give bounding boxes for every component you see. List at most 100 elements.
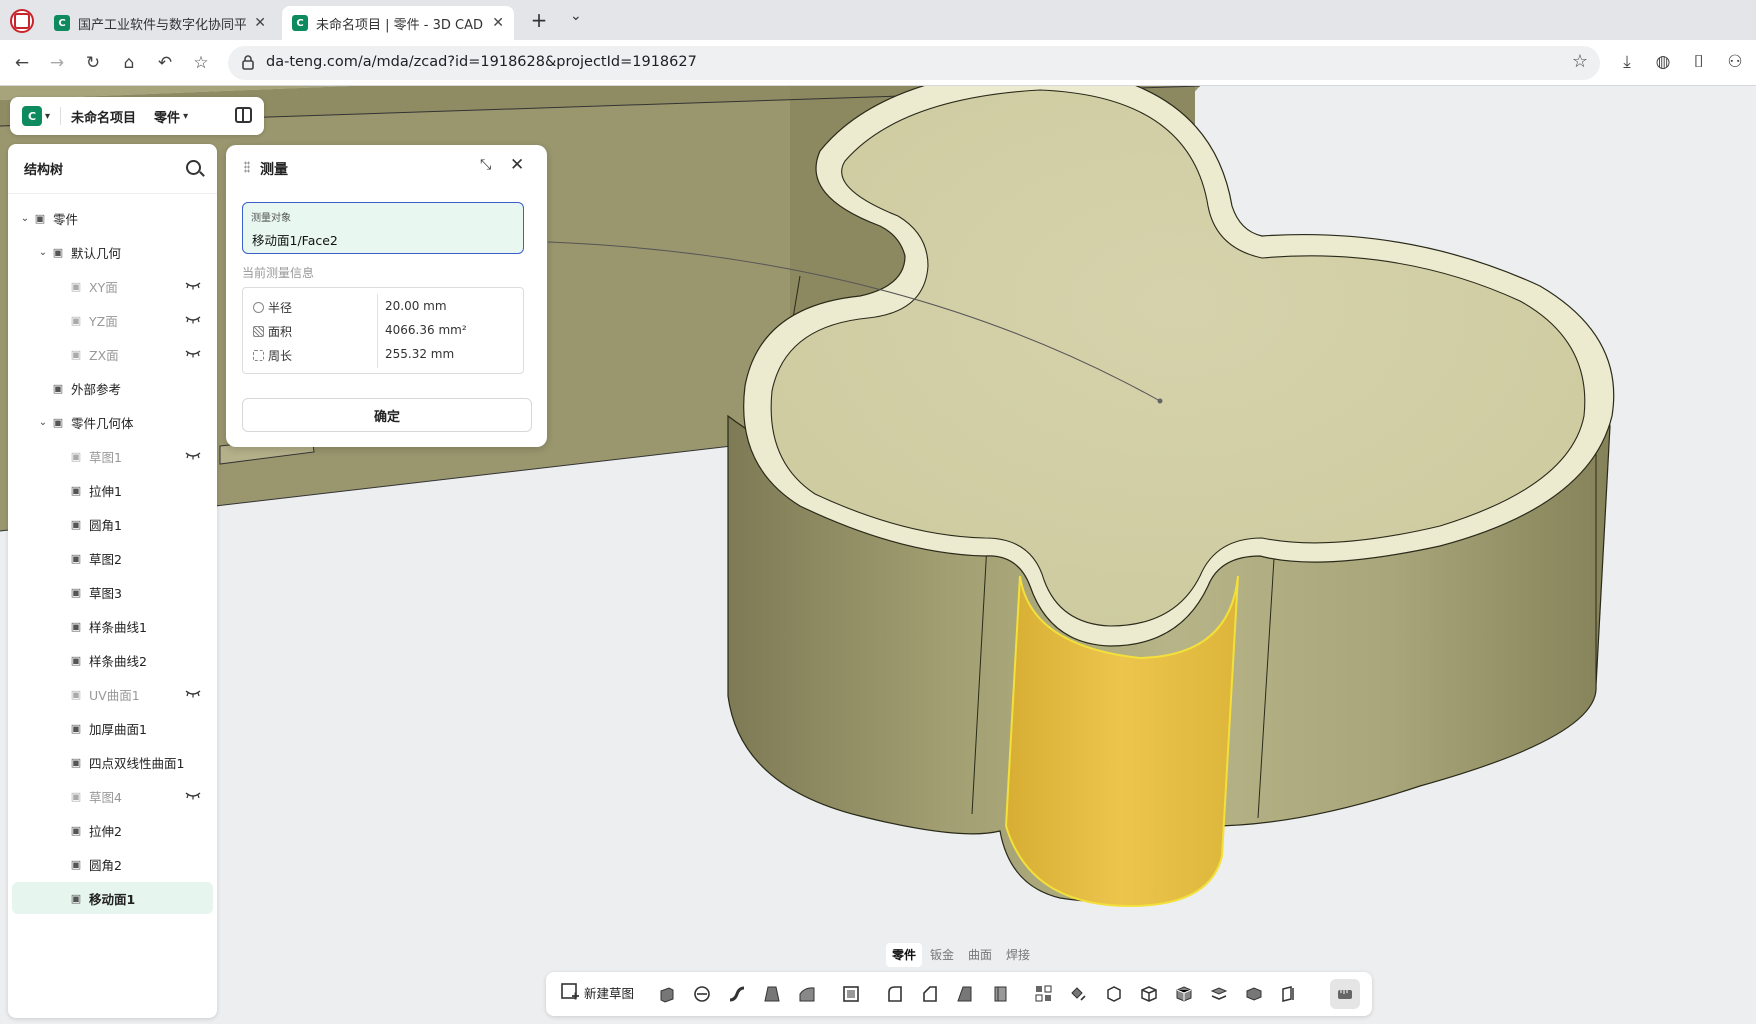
chevron-down-icon[interactable]: ⌄ xyxy=(36,247,50,258)
bilinear-surface-icon: ▣ xyxy=(70,755,82,769)
tab-sheet-metal[interactable]: 钣金 xyxy=(924,943,960,967)
hidden-eye-icon[interactable] xyxy=(185,688,201,698)
solid-box-icon[interactable] xyxy=(1173,983,1195,1005)
app-logo-icon[interactable]: C xyxy=(22,106,42,126)
measure-tool-icon[interactable] xyxy=(1330,979,1360,1009)
tab-part[interactable]: 零件 xyxy=(886,943,923,967)
measure-key: 半径 xyxy=(268,301,293,315)
split-icon[interactable] xyxy=(1208,983,1230,1005)
address-bar[interactable]: da-teng.com/a/mda/zcad?id=1918628&projec… xyxy=(228,46,1600,80)
browser-tab-2[interactable]: C 未命名项目 | 零件 - 3D CAD ✕ xyxy=(282,6,514,40)
profile-icon[interactable]: ⚇ xyxy=(1723,50,1747,74)
chevron-down-icon[interactable]: ▾ xyxy=(45,111,50,122)
tree-item[interactable]: ▣ 拉伸1 xyxy=(12,474,213,506)
lock-icon xyxy=(242,55,254,70)
combine-icon[interactable] xyxy=(1243,983,1265,1005)
revolve-icon[interactable] xyxy=(691,983,713,1005)
close-icon[interactable]: ✕ xyxy=(510,155,524,175)
document-type-menu[interactable]: 零件 xyxy=(154,107,180,126)
sweep-icon[interactable] xyxy=(726,983,748,1005)
project-name[interactable]: 未命名项目 xyxy=(71,107,136,126)
section-view-icon[interactable] xyxy=(1278,983,1300,1005)
tree-item[interactable]: ▣ 草图2 xyxy=(12,542,213,574)
tree-item[interactable]: ▣ 移动面1 xyxy=(12,882,213,914)
tree-item-label: 默认几何 xyxy=(71,245,122,261)
download-icon[interactable]: ⤓ xyxy=(1615,50,1639,74)
back-icon[interactable]: ← xyxy=(10,51,34,75)
fillet-icon[interactable] xyxy=(884,983,906,1005)
bookmark-icon[interactable]: ☆ xyxy=(189,51,213,75)
undo-icon[interactable]: ↶ xyxy=(153,51,177,75)
tree-item[interactable]: ▣ XY面 xyxy=(12,270,213,302)
globe-icon[interactable]: ◍ xyxy=(1651,50,1675,74)
shell-icon[interactable] xyxy=(840,983,862,1005)
chamfer-icon[interactable] xyxy=(919,983,941,1005)
home-icon[interactable]: ⌂ xyxy=(117,51,141,75)
drag-handle-icon[interactable] xyxy=(244,161,250,173)
screenshot-icon[interactable]: ⌷ xyxy=(1687,50,1711,74)
tree-item[interactable]: ⌄ ▣ 零件 xyxy=(12,202,213,234)
structure-tree-panel: 结构树 ⌄ ▣ 零件 ⌄ ▣ 默认几何 ▣ XY面 ▣ YZ面 ▣ ZX面 ▣ 外部参考 ⌄ ▣ 零件几何体 ▣ 草… xyxy=(8,144,217,1018)
forward-icon[interactable]: → xyxy=(45,51,69,75)
tree-item[interactable]: ▣ 样条曲线1 xyxy=(12,610,213,642)
tree-item[interactable]: ▣ 草图4 xyxy=(12,780,213,812)
tree-item-label: 草图3 xyxy=(89,585,122,601)
mirror-icon[interactable] xyxy=(1068,983,1090,1005)
pattern-icon[interactable] xyxy=(1033,983,1055,1005)
hidden-eye-icon[interactable] xyxy=(185,348,201,358)
tree-item[interactable]: ▣ 草图1 xyxy=(12,440,213,472)
hidden-eye-icon[interactable] xyxy=(185,280,201,290)
bookmark-star-icon[interactable]: ☆ xyxy=(1572,51,1588,72)
chevron-down-icon[interactable]: ⌄ xyxy=(36,417,50,428)
confirm-button[interactable]: 确定 xyxy=(242,398,532,432)
new-sketch-button[interactable]: 新建草图 xyxy=(560,982,634,1002)
toggle-panel-icon[interactable] xyxy=(235,107,252,123)
browser-tab-1[interactable]: C 国产工业软件与数字化协同平 ✕ xyxy=(44,6,276,40)
hidden-eye-icon[interactable] xyxy=(185,314,201,324)
tree-item[interactable]: ▣ 加厚曲面1 xyxy=(12,712,213,744)
close-tab-icon[interactable]: ✕ xyxy=(492,15,504,31)
tree-item[interactable]: ▣ ZX面 xyxy=(12,338,213,370)
collapse-icon[interactable]: ⤡ xyxy=(480,157,491,173)
reload-icon[interactable]: ↻ xyxy=(81,51,105,75)
tree-item[interactable]: ⌄ ▣ 零件几何体 xyxy=(12,406,213,438)
tab-weld[interactable]: 焊接 xyxy=(1000,943,1036,967)
extrude-icon[interactable] xyxy=(656,983,678,1005)
new-tab-button[interactable]: + xyxy=(528,8,550,32)
tree-item[interactable]: ▣ YZ面 xyxy=(12,304,213,336)
search-icon[interactable] xyxy=(186,160,201,175)
chevron-down-icon[interactable]: ⌄ xyxy=(18,213,32,224)
tree-item[interactable]: ▣ 草图3 xyxy=(12,576,213,608)
tab-favicon: C xyxy=(292,15,308,31)
extrude-icon: ▣ xyxy=(70,823,82,837)
box-icon[interactable] xyxy=(1138,983,1160,1005)
chevron-down-icon[interactable]: ▾ xyxy=(183,111,188,122)
divider xyxy=(60,107,62,125)
measure-target-field[interactable]: 测量对象 移动面1/Face2 xyxy=(242,202,524,254)
tree-item[interactable]: ▣ 四点双线性曲面1 xyxy=(12,746,213,778)
loft-icon[interactable] xyxy=(761,983,783,1005)
sketch-icon: ▣ xyxy=(70,585,82,599)
rib-icon[interactable] xyxy=(796,983,818,1005)
hidden-eye-icon[interactable] xyxy=(185,790,201,800)
tab-surface[interactable]: 曲面 xyxy=(962,943,998,967)
3d-viewport[interactable]: C ▾ 未命名项目 零件 ▾ 结构树 ⌄ ▣ 零件 ⌄ ▣ 默认几何 ▣ XY面 ▣ YZ面 ▣ ZX… xyxy=(0,86,1756,1024)
move-body-icon[interactable] xyxy=(1103,983,1125,1005)
url-text: da-teng.com/a/mda/zcad?id=1918628&projec… xyxy=(266,54,697,70)
tree-item[interactable]: ▣ 样条曲线2 xyxy=(12,644,213,676)
area-icon xyxy=(253,326,264,337)
tree-item[interactable]: ▣ 圆角2 xyxy=(12,848,213,880)
tree-item[interactable]: ▣ 圆角1 xyxy=(12,508,213,540)
tree-item[interactable]: ⌄ ▣ 默认几何 xyxy=(12,236,213,268)
close-tab-icon[interactable]: ✕ xyxy=(254,15,266,31)
radius-icon xyxy=(253,302,264,313)
tab-search-button[interactable]: ⌄ xyxy=(570,8,582,24)
draft-icon[interactable] xyxy=(954,983,976,1005)
browser-app-icon[interactable] xyxy=(10,9,34,33)
tree-item[interactable]: ▣ 外部参考 xyxy=(12,372,213,404)
thicken-icon[interactable] xyxy=(989,983,1011,1005)
hidden-eye-icon[interactable] xyxy=(185,450,201,460)
tree-item[interactable]: ▣ 拉伸2 xyxy=(12,814,213,846)
tree-item-label: 样条曲线1 xyxy=(89,619,147,635)
tree-item[interactable]: ▣ UV曲面1 xyxy=(12,678,213,710)
